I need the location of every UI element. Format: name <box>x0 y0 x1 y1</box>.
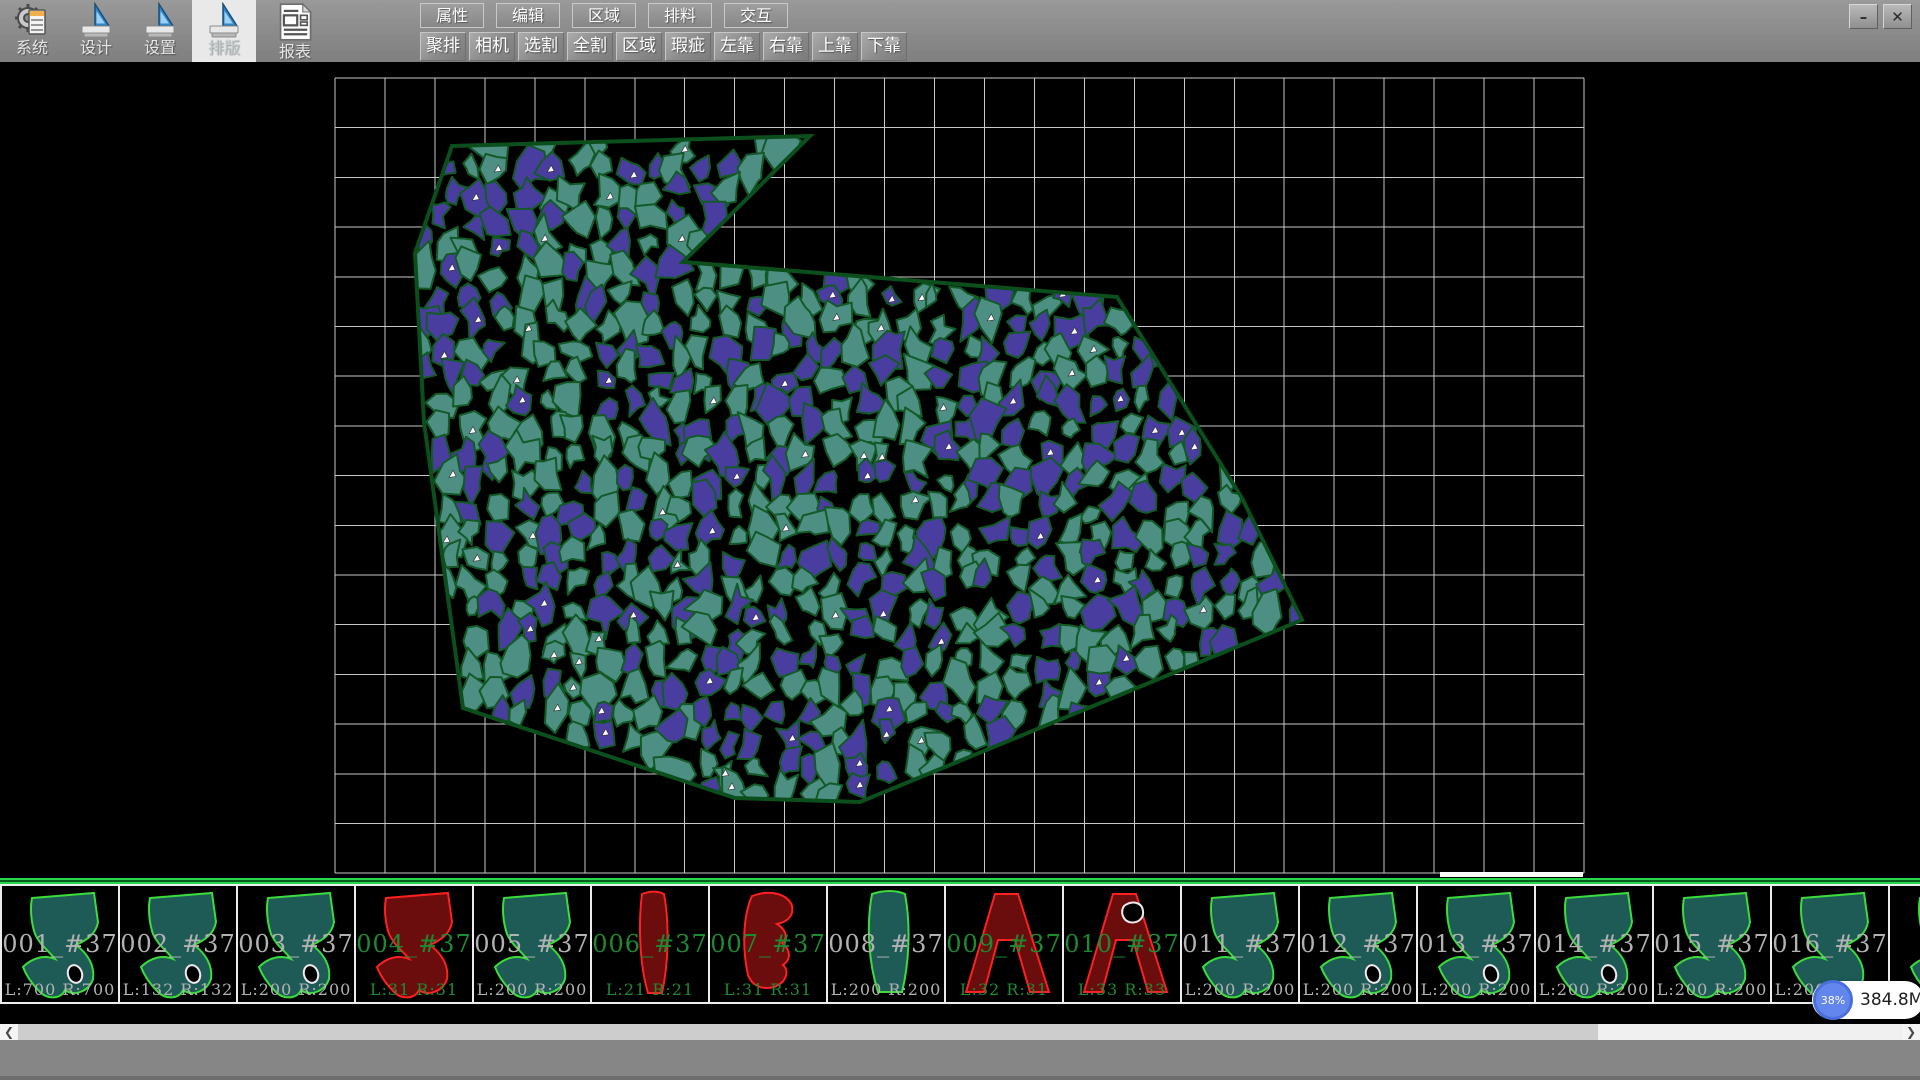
tab-nesting[interactable]: 排版 <box>192 0 256 62</box>
scrollbar-thumb[interactable] <box>18 1024 1598 1040</box>
piece-count-label: L:200 R:200 <box>1300 980 1416 999</box>
piece-thumbnail-003_#37[interactable]: 003_#37 L:200 R:200 <box>236 884 354 1004</box>
piece-id-label: 012_#37 <box>1300 930 1416 958</box>
piece-id-label: 006_#37 <box>592 930 708 958</box>
window-controls: – ✕ <box>1849 4 1912 29</box>
piece-thumbnail-008_#37[interactable]: 008_#37 L:200 R:200 <box>826 884 944 1004</box>
tab-label: 报表 <box>279 42 311 62</box>
menu-row-2: 聚排相机选割全割区域瑕疵左靠右靠上靠下靠 <box>420 32 907 61</box>
piece-count-label: L:132 R:132 <box>120 980 236 999</box>
toolbar-button-row2-8[interactable]: 上靠 <box>812 32 858 61</box>
tab-label: 设计 <box>80 38 112 58</box>
toolbar-button-row2-3[interactable]: 全割 <box>567 32 613 61</box>
piece-thumbnail-007_#37[interactable]: 007_#37 L:31 R:31 <box>708 884 826 1004</box>
canvas-hscrollbar-thumb[interactable] <box>1440 872 1583 877</box>
bottom-scrollbar[interactable]: ❮ ❯ <box>0 1024 1920 1040</box>
piece-thumbnail-001_#37[interactable]: 001_#37 L:700 R:700 <box>0 884 118 1004</box>
minimize-button[interactable]: – <box>1849 4 1878 29</box>
scrollbar-track[interactable] <box>1598 1024 1902 1040</box>
design-ruler-icon <box>79 2 113 38</box>
piece-count-label: L:700 R:700 <box>2 980 118 999</box>
piece-count-label: L:200 R:200 <box>1418 980 1534 999</box>
piece-id-label: 001_#37 <box>2 930 118 958</box>
piece-id-label: 008_#37 <box>828 930 944 958</box>
piece-id-label: 003_#37 <box>238 930 354 958</box>
menu-item-row1-1[interactable]: 编辑 <box>496 3 560 28</box>
tab-report[interactable]: 报表 <box>256 0 334 62</box>
piece-id-label: 013_#37 <box>1418 930 1534 958</box>
memory-badge: 38% 384.8M <box>1812 981 1920 1019</box>
piece-thumbnail-004_#37[interactable]: 004_#37 L:31 R:31 <box>354 884 472 1004</box>
tab-settings[interactable]: 设置 <box>128 0 192 62</box>
piece-thumbnail-014_#37[interactable]: 014_#37 L:200 R:200 <box>1534 884 1652 1004</box>
piece-thumbnail-009_#37[interactable]: 009_#37 L:32 R:31 <box>944 884 1062 1004</box>
system-gear-icon <box>15 2 49 38</box>
toolbar-button-row2-5[interactable]: 瑕疵 <box>665 32 711 61</box>
nesting-svg <box>0 62 1920 878</box>
menus: 属性编辑区域排料交互 聚排相机选割全割区域瑕疵左靠右靠上靠下靠 <box>420 0 907 61</box>
report-doc-icon <box>275 2 315 42</box>
piece-id-label: 009_#37 <box>946 930 1062 958</box>
piece-count-label: L:200 R:200 <box>828 980 944 999</box>
piece-thumbnail-013_#37[interactable]: 013_#37 L:200 R:200 <box>1416 884 1534 1004</box>
piece-id-label: 016_#37 <box>1772 930 1888 958</box>
settings-ruler-icon <box>143 2 177 38</box>
toolbar-button-row2-7[interactable]: 右靠 <box>763 32 809 61</box>
ribbon-tabs: 系统 设计 设置 排版 报表 <box>0 0 334 62</box>
menu-item-row1-0[interactable]: 属性 <box>420 3 484 28</box>
menu-item-row1-3[interactable]: 排料 <box>648 3 712 28</box>
tab-label: 系统 <box>16 38 48 58</box>
piece-id-label: 010_#37 <box>1064 930 1180 958</box>
piece-thumbnail-015_#37[interactable]: 015_#37 L:200 R:200 <box>1652 884 1770 1004</box>
piece-id-label: 011_#37 <box>1182 930 1298 958</box>
memory-size-label: 384.8M <box>1860 990 1920 1010</box>
piece-count-label: L:31 R:31 <box>356 980 472 999</box>
piece-count-label: L:21 R:21 <box>592 980 708 999</box>
piece-id-label: 005_#37 <box>474 930 590 958</box>
piece-id-label: 007_#37 <box>710 930 826 958</box>
menu-item-row1-2[interactable]: 区域 <box>572 3 636 28</box>
toolbar-button-row2-0[interactable]: 聚排 <box>420 32 466 61</box>
piece-count-label: L:200 R:200 <box>1182 980 1298 999</box>
toolbar-button-row2-1[interactable]: 相机 <box>469 32 515 61</box>
piece-thumbnail-012_#37[interactable]: 012_#37 L:200 R:200 <box>1298 884 1416 1004</box>
tab-design[interactable]: 设计 <box>64 0 128 62</box>
nesting-ruler-icon <box>207 2 241 38</box>
piece-count-label: L:200 R:200 <box>1536 980 1652 999</box>
piece-count-label: L:32 R:31 <box>946 980 1062 999</box>
toolbar-button-row2-2[interactable]: 选割 <box>518 32 564 61</box>
toolbar-button-row2-4[interactable]: 区域 <box>616 32 662 61</box>
menu-row-1: 属性编辑区域排料交互 <box>420 3 907 28</box>
piece-id-label: 015_#37 <box>1654 930 1770 958</box>
piece-id-label: 014_#37 <box>1536 930 1652 958</box>
scroll-left-button[interactable]: ❮ <box>0 1024 18 1040</box>
tab-label: 设置 <box>144 38 176 58</box>
thumbnail-list: 001_#37L:700 R:700002_#37L:132 R:132003_… <box>0 884 1920 1004</box>
piece-thumbnail-strip: 001_#37L:700 R:700002_#37L:132 R:132003_… <box>0 878 1920 1004</box>
toolbar-button-row2-6[interactable]: 左靠 <box>714 32 760 61</box>
app-window: 系统 设计 设置 排版 报表 属性编辑区域排料交互 聚排相机选割全割区域瑕疵左靠… <box>0 0 1920 1080</box>
piece-count-label: L:200 R:200 <box>238 980 354 999</box>
toolbar: 系统 设计 设置 排版 报表 属性编辑区域排料交互 聚排相机选割全割区域瑕疵左靠… <box>0 0 1920 63</box>
piece-thumbnail-010_#37[interactable]: 010_#37 L:33 R:33 <box>1062 884 1180 1004</box>
piece-count-label: L:200 R:200 <box>1654 980 1770 999</box>
tab-system[interactable]: 系统 <box>0 0 64 62</box>
piece-count-label: L:31 R:31 <box>710 980 826 999</box>
piece-id-label: 002_#37 <box>120 930 236 958</box>
tab-label: 排版 <box>208 38 240 58</box>
piece-count-label: L:33 R:33 <box>1064 980 1180 999</box>
piece-id-label: 004_#37 <box>356 930 472 958</box>
window-bottom-band <box>0 1040 1920 1080</box>
piece-thumbnail-011_#37[interactable]: 011_#37 L:200 R:200 <box>1180 884 1298 1004</box>
menu-item-row1-4[interactable]: 交互 <box>724 3 788 28</box>
nesting-canvas[interactable] <box>0 62 1920 878</box>
memory-percent-indicator: 38% <box>1813 980 1853 1020</box>
piece-thumbnail-002_#37[interactable]: 002_#37 L:132 R:132 <box>118 884 236 1004</box>
toolbar-button-row2-9[interactable]: 下靠 <box>861 32 907 61</box>
scroll-right-button[interactable]: ❯ <box>1902 1024 1920 1040</box>
piece-thumbnail-006_#37[interactable]: 006_#37 L:21 R:21 <box>590 884 708 1004</box>
close-button[interactable]: ✕ <box>1883 4 1912 29</box>
piece-thumbnail-005_#37[interactable]: 005_#37 L:200 R:200 <box>472 884 590 1004</box>
piece-count-label: L:200 R:200 <box>474 980 590 999</box>
